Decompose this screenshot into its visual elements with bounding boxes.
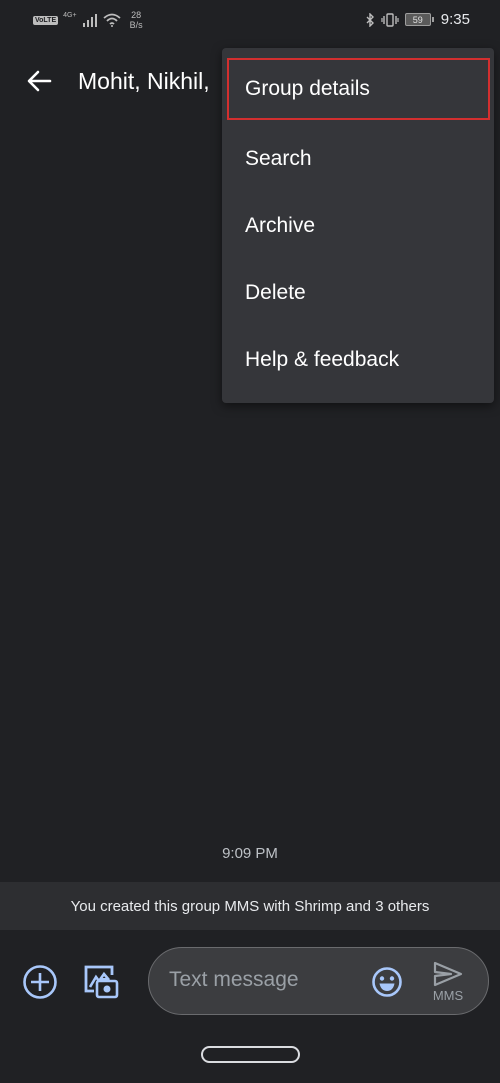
menu-item-group-details[interactable]: Group details <box>227 58 490 120</box>
signal-icon <box>82 14 97 27</box>
home-gesture-bar[interactable] <box>201 1046 300 1063</box>
status-time: 9:35 <box>440 11 470 28</box>
message-field[interactable]: MMS <box>148 947 489 1015</box>
menu-item-help-feedback[interactable]: Help & feedback <box>222 326 494 393</box>
status-left: VoLTE 4G+ 28 B/s <box>33 10 143 30</box>
menu-item-delete[interactable]: Delete <box>222 259 494 326</box>
battery-icon: 59 <box>404 13 434 26</box>
send-type-label: MMS <box>432 988 464 1003</box>
send-icon <box>433 961 463 987</box>
conversation-title[interactable]: Mohit, Nikhil, <box>78 68 210 95</box>
gallery-camera-icon <box>84 965 119 999</box>
network-speed: 28 B/s <box>129 10 143 30</box>
wifi-icon <box>102 13 121 27</box>
send-button[interactable]: MMS <box>421 955 475 1009</box>
menu-item-archive[interactable]: Archive <box>222 192 494 259</box>
vibrate-icon <box>381 12 399 27</box>
network-type: 4G+ <box>63 11 77 19</box>
add-attachment-button[interactable] <box>22 964 58 1000</box>
status-right: 59 9:35 <box>365 11 470 28</box>
overflow-menu: Group details Search Archive Delete Help… <box>222 48 494 403</box>
compose-bar: MMS <box>0 930 500 1035</box>
gallery-button[interactable] <box>82 963 120 1001</box>
bluetooth-icon <box>366 12 374 27</box>
back-button[interactable] <box>24 66 54 96</box>
add-circle-icon <box>23 965 57 999</box>
message-input[interactable] <box>169 968 349 992</box>
emoji-button[interactable] <box>371 966 403 998</box>
status-bar: VoLTE 4G+ 28 B/s 59 9:35 <box>0 0 500 40</box>
menu-item-search[interactable]: Search <box>222 125 494 192</box>
emoji-icon <box>372 967 402 997</box>
message-timestamp: 9:09 PM <box>222 845 278 862</box>
system-message: You created this group MMS with Shrimp a… <box>0 882 500 930</box>
arrow-left-icon <box>27 70 52 92</box>
volte-icon: VoLTE <box>33 15 59 25</box>
